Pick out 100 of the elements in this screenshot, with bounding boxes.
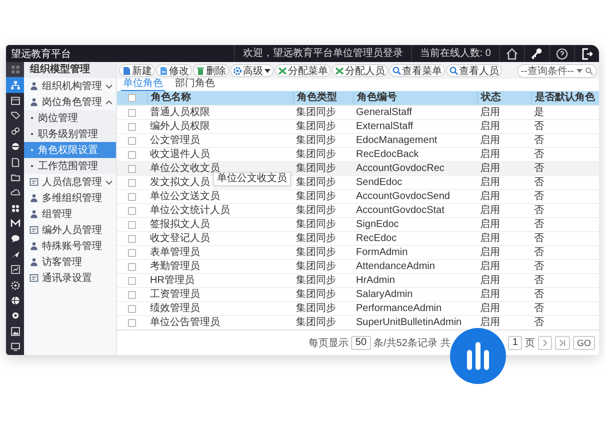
table-cell-text: 启用 <box>479 148 500 160</box>
table-cell-text: 集团同步 <box>295 148 336 160</box>
sidebar-subitem[interactable]: 岗位管理 <box>24 110 116 126</box>
column-header[interactable]: 是否默认角色 <box>531 92 595 104</box>
sidebar-item[interactable]: 组织机构管理 <box>24 78 116 94</box>
table-cell-text: 否 <box>533 274 544 286</box>
table-cell-text: 集团同步 <box>295 162 336 174</box>
table-cell-text: 启用 <box>479 316 500 328</box>
tooltip: 单位公文收文员 <box>213 172 291 186</box>
table-row[interactable]: 绩效管理员 集团同步 PerformanceAdmin 启用 否 <box>117 302 599 316</box>
table-row[interactable]: 收文登记人员 集团同步 RecEdoc 启用 否 <box>117 232 599 246</box>
table-cell-text: 否 <box>533 232 544 244</box>
table-cell-text: 否 <box>533 162 544 174</box>
column-header[interactable]: 角色类型 <box>293 92 337 104</box>
table-cell-text: 否 <box>533 260 544 272</box>
table-cell-text: 集团同步 <box>295 204 336 216</box>
column-header[interactable]: 角色名称 <box>147 92 191 104</box>
table-cell-text: 发文拟文人员 <box>149 176 210 188</box>
table-cell-text: AccountGovdocStat <box>355 204 444 216</box>
table-cell-text: 启用 <box>479 260 500 272</box>
app-title: 望远教育平台 <box>10 48 71 60</box>
table-cell-text: 收文退件人员 <box>149 148 210 160</box>
table-row[interactable]: 公文管理员 集团同步 EdocManagement 启用 否 <box>117 134 599 148</box>
table-cell-text: 否 <box>533 120 544 132</box>
sidebar-subitem[interactable]: 工作范围管理 <box>24 158 116 174</box>
toolbar-button[interactable]: 查看人员 <box>446 64 502 77</box>
sidebar-item[interactable]: 通讯录设置 <box>24 270 116 286</box>
page-field[interactable]: 1 <box>508 336 522 350</box>
toolbar-button[interactable]: 修改 <box>156 64 192 77</box>
table-row[interactable]: 单位公文送文员 集团同步 AccountGovdocSend 启用 否 <box>117 190 599 204</box>
toolbar-button[interactable]: 分配人员 <box>332 64 388 77</box>
table-row[interactable]: 考勤管理员 集团同步 AttendanceAdmin 启用 否 <box>117 260 599 274</box>
table-cell-text: FormAdmin <box>355 246 408 258</box>
table-row[interactable]: 签报拟文人员 集团同步 SignEdoc 启用 否 <box>117 218 599 232</box>
table-cell-text: 单位公文收文员 <box>149 162 220 174</box>
table-cell-text: 集团同步 <box>295 274 336 286</box>
sidebar-item[interactable]: 编外人员管理 <box>24 222 116 238</box>
table-cell-text: RecEdoc <box>355 232 397 244</box>
table-cell-text: 启用 <box>479 204 500 216</box>
per-page-label: 每页显示 <box>308 337 348 350</box>
table-cell-text: EdocManagement <box>355 134 438 146</box>
table-cell-text: HrAdmin <box>355 274 395 286</box>
table-cell-text: 表单管理员 <box>149 246 200 258</box>
table-cell-text: 启用 <box>479 274 500 286</box>
toolbar-button[interactable]: 查看菜单 <box>389 64 445 77</box>
table-cell-text: 单位公文送文员 <box>149 190 220 202</box>
query-select[interactable]: --查询条件-- <box>516 64 597 78</box>
table-cell-text: 否 <box>533 176 544 188</box>
table-row[interactable]: 单位公告管理员 集团同步 SuperUnitBulletinAdmin 启用 否 <box>117 316 599 330</box>
table-row[interactable]: 工资管理员 集团同步 SalaryAdmin 启用 否 <box>117 288 599 302</box>
table-cell-text: 启用 <box>479 218 500 230</box>
sidebar-item[interactable]: 人员信息管理 <box>24 174 116 190</box>
table-row[interactable]: 表单管理员 集团同步 FormAdmin 启用 否 <box>117 246 599 260</box>
table-cell-text: HR管理员 <box>149 274 194 286</box>
table-cell-text: 编外人员权限 <box>149 120 210 132</box>
table-cell-text: 否 <box>533 148 544 160</box>
table-cell-text: 集团同步 <box>295 176 336 188</box>
toolbar-button[interactable]: 删除 <box>193 64 229 77</box>
table-cell-text: 集团同步 <box>295 246 336 258</box>
page-label: 页 <box>524 337 535 350</box>
table-cell-text: 是 <box>533 106 544 118</box>
table-cell-text: 否 <box>533 134 544 146</box>
toolbar-button[interactable]: 分配菜单 <box>275 64 331 77</box>
go-button[interactable]: GO <box>572 336 595 350</box>
tab[interactable]: 部门角色 <box>173 79 217 91</box>
table-cell-text: 启用 <box>479 232 500 244</box>
table-cell-text: 启用 <box>479 190 500 202</box>
sidebar-title: 组织模型管理 <box>24 62 116 78</box>
table-row[interactable]: 编外人员权限 集团同步 ExternalStaff 启用 否 <box>117 120 599 134</box>
sidebar-item[interactable]: 岗位角色管理 <box>24 94 116 110</box>
table-cell-text: 集团同步 <box>295 120 336 132</box>
table-cell-text: 集团同步 <box>295 316 336 328</box>
table-cell-text: AccountGovdocSend <box>355 190 450 202</box>
sidebar-item[interactable]: 组管理 <box>24 206 116 222</box>
table-cell-text: 集团同步 <box>295 302 336 314</box>
column-header[interactable]: 状态 <box>477 92 501 104</box>
table-cell-text: 集团同步 <box>295 190 336 202</box>
table-cell-text: 启用 <box>479 246 500 258</box>
total-label: 共 <box>440 336 450 350</box>
table-row[interactable]: 单位公文统计人员 集团同步 AccountGovdocStat 启用 否 <box>117 204 599 218</box>
per-page-field[interactable]: 50 <box>351 336 371 350</box>
table-cell-text: 否 <box>533 204 544 216</box>
table-cell-text: 单位公告管理员 <box>149 316 220 328</box>
toolbar-button[interactable]: 新建 <box>119 64 155 77</box>
table-cell-text: 否 <box>533 302 544 314</box>
table-row[interactable]: 普通人员权限 集团同步 GeneralStaff 启用 是 <box>117 106 599 120</box>
sidebar-item[interactable]: 特殊账号管理 <box>24 238 116 254</box>
record-count: 条/共52条记录 <box>374 336 438 350</box>
table-row[interactable]: HR管理员 集团同步 HrAdmin 启用 否 <box>117 274 599 288</box>
table-cell-text: 否 <box>533 316 544 328</box>
sidebar-item[interactable]: 多维组织管理 <box>24 190 116 206</box>
sidebar-subitem[interactable]: 职务级别管理 <box>24 126 116 142</box>
sidebar-item[interactable]: 访客管理 <box>24 254 116 270</box>
table-cell-text: 公文管理员 <box>149 134 200 146</box>
column-header[interactable]: 角色编号 <box>353 92 397 104</box>
table-cell-text: 收文登记人员 <box>149 232 210 244</box>
toolbar-button[interactable]: 高级 <box>230 64 274 77</box>
table-cell-text: 启用 <box>479 120 500 132</box>
table-cell-text: GeneralStaff <box>355 106 412 118</box>
table-cell-text: 集团同步 <box>295 260 336 272</box>
